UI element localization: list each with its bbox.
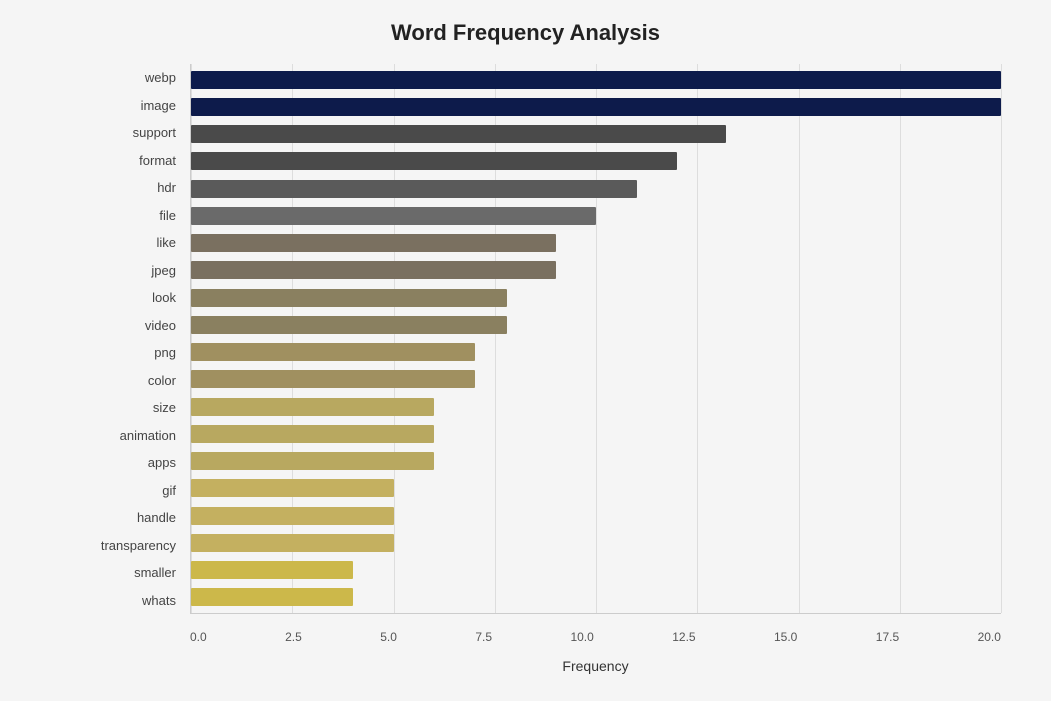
y-label: look [100, 284, 182, 312]
y-label: png [100, 339, 182, 367]
bar [191, 125, 726, 143]
bar [191, 180, 637, 198]
bar-row [191, 93, 1001, 120]
y-label: image [100, 92, 182, 120]
bar-row [191, 230, 1001, 257]
bar-row [191, 529, 1001, 556]
y-label: color [100, 367, 182, 395]
chart-container: Word Frequency Analysis webpimagesupport… [0, 0, 1051, 701]
y-label: support [100, 119, 182, 147]
bar [191, 152, 677, 170]
y-label: jpeg [100, 257, 182, 285]
x-tick: 10.0 [570, 630, 593, 644]
x-tick: 15.0 [774, 630, 797, 644]
y-label: transparency [100, 532, 182, 560]
bar [191, 479, 394, 497]
chart-title: Word Frequency Analysis [40, 20, 1011, 46]
y-label: handle [100, 504, 182, 532]
bar [191, 561, 353, 579]
x-tick: 5.0 [380, 630, 397, 644]
bar-row [191, 339, 1001, 366]
bar-row [191, 584, 1001, 611]
y-label: size [100, 394, 182, 422]
x-ticks: 0.0 2.5 5.0 7.5 10.0 12.5 15.0 17.5 20.0 [190, 630, 1001, 644]
y-label: hdr [100, 174, 182, 202]
bar [191, 398, 434, 416]
y-label: like [100, 229, 182, 257]
bar [191, 261, 556, 279]
bar-row [191, 311, 1001, 338]
x-tick: 17.5 [876, 630, 899, 644]
bar-row [191, 475, 1001, 502]
bar [191, 534, 394, 552]
bar-row [191, 66, 1001, 93]
bar [191, 507, 394, 525]
bar [191, 370, 475, 388]
y-label: video [100, 312, 182, 340]
y-label: format [100, 147, 182, 175]
bar-row [191, 175, 1001, 202]
bar [191, 452, 434, 470]
x-tick: 12.5 [672, 630, 695, 644]
bar-row [191, 393, 1001, 420]
bar-row [191, 284, 1001, 311]
x-tick: 0.0 [190, 630, 207, 644]
x-tick: 2.5 [285, 630, 302, 644]
bar-row [191, 557, 1001, 584]
y-label: whats [100, 587, 182, 615]
bar [191, 289, 507, 307]
bar-row [191, 121, 1001, 148]
bar [191, 316, 507, 334]
bar-row [191, 202, 1001, 229]
bar [191, 98, 1001, 116]
bar [191, 425, 434, 443]
bar-row [191, 257, 1001, 284]
y-label: gif [100, 477, 182, 505]
bar-row [191, 148, 1001, 175]
y-labels: webpimagesupportformathdrfilelikejpegloo… [100, 64, 190, 614]
y-label: file [100, 202, 182, 230]
bar-row [191, 420, 1001, 447]
bar-row [191, 366, 1001, 393]
y-label: apps [100, 449, 182, 477]
x-tick: 20.0 [978, 630, 1001, 644]
x-tick: 7.5 [475, 630, 492, 644]
bar-row [191, 502, 1001, 529]
bar [191, 234, 556, 252]
bar [191, 588, 353, 606]
bar [191, 71, 1001, 89]
y-label: webp [100, 64, 182, 92]
bar [191, 207, 596, 225]
bar-row [191, 448, 1001, 475]
y-label: smaller [100, 559, 182, 587]
y-label: animation [100, 422, 182, 450]
bar [191, 343, 475, 361]
x-axis-label: Frequency [190, 658, 1001, 674]
bars-area [190, 64, 1001, 614]
